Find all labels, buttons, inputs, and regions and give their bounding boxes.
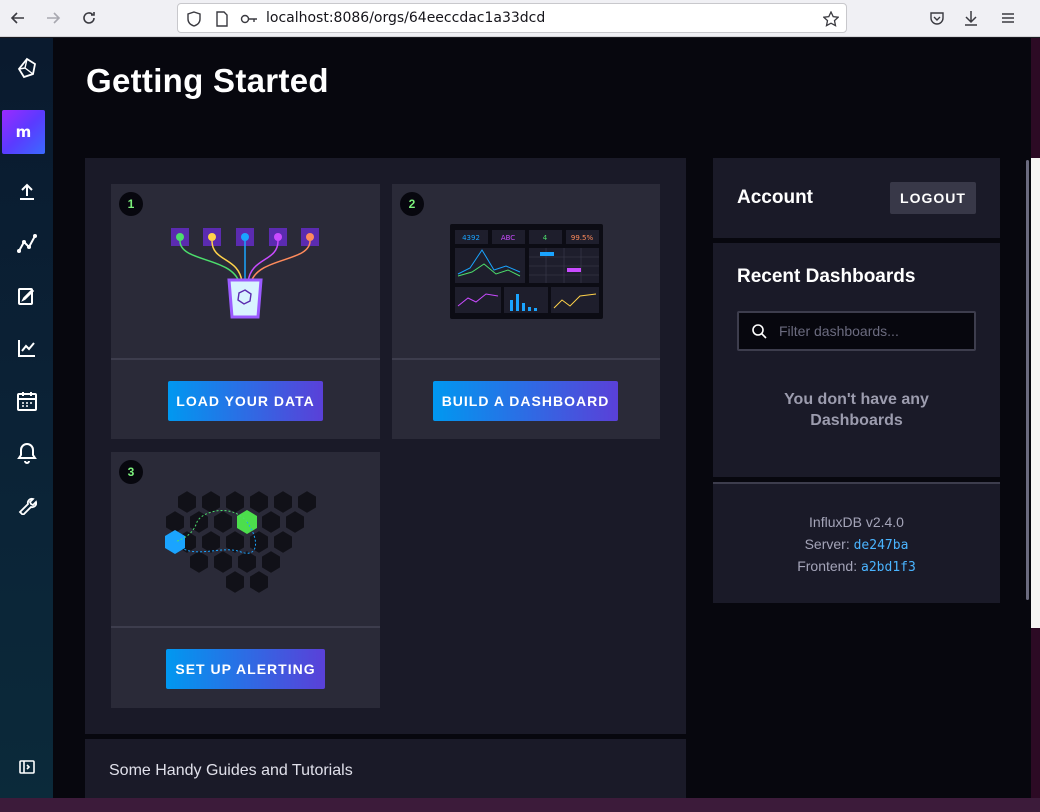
server-version: Server: de247ba [713,536,1000,553]
step-number: 3 [119,460,143,484]
side-navigation: m [0,38,53,812]
pocket-button[interactable] [925,6,949,30]
set-up-alerting-card: 3 SET UP ALERTING [111,452,380,708]
server-commit-link[interactable]: de247ba [854,538,909,553]
empty-dashboards-message: You don't have any Dashboards [713,389,1000,431]
recent-dashboards-panel: Recent Dashboards Filter dashboards... Y… [713,243,1000,477]
back-button[interactable] [6,6,30,30]
build-dashboard-card: 2 4392 ABC 4 99.5% BUILD A DASHBOARD [392,184,660,439]
main-content: Getting Started 1 LOAD YOUR DATA 2 4392 … [53,38,1031,812]
page-title: Getting Started [86,62,329,99]
data-explorer-icon [16,234,37,253]
stat-3: 4 [543,234,548,242]
version-panel: InfluxDB v2.4.0 Server: de247ba Frontend… [713,482,1000,603]
tasks-icon [16,392,37,411]
nav-tasks[interactable] [0,381,53,421]
stat-2: ABC [501,234,515,242]
dashboard-preview-illustration: 4392 ABC 4 99.5% [450,224,603,319]
frontend-commit-link[interactable]: a2bd1f3 [861,560,916,575]
expand-sidebar-icon [18,760,35,774]
alerts-icon [16,442,37,464]
url-text[interactable]: localhost:8086/orgs/64eeccdac1a33dcd [266,10,545,26]
wrench-icon [18,497,37,515]
data-sources-illustration [171,228,319,319]
page-icon[interactable] [214,11,230,27]
card-illustration: 3 [111,452,380,628]
search-icon [752,324,767,339]
alerting-hexagon-illustration [164,488,318,596]
key-icon[interactable] [240,11,258,27]
nav-notebooks[interactable] [0,276,53,316]
account-heading: Account [737,187,813,208]
set-up-alerting-button[interactable]: SET UP ALERTING [166,649,325,689]
background-window-edge [1031,38,1040,812]
empty-line-2: Dashboards [810,412,903,429]
pocket-icon [930,12,944,25]
reload-button[interactable] [77,6,101,30]
step-number: 2 [400,192,424,216]
back-arrow-icon [10,12,24,24]
card-illustration: 2 4392 ABC 4 99.5% [392,184,660,360]
account-panel: Account LOGOUT [713,158,1000,238]
reload-icon [83,12,95,24]
background-window-content [1031,158,1040,628]
filter-dashboards-input[interactable]: Filter dashboards... [737,311,976,351]
hamburger-icon [1002,13,1014,23]
influxdb-version: InfluxDB v2.4.0 [809,514,904,530]
upload-icon [19,183,34,200]
frontend-version: Frontend: a2bd1f3 [713,558,1000,575]
page-scrollbar[interactable] [1026,160,1029,600]
logout-button[interactable]: LOGOUT [890,182,976,214]
filter-placeholder: Filter dashboards... [779,323,899,339]
address-bar[interactable]: localhost:8086/orgs/64eeccdac1a33dcd [177,3,847,33]
card-illustration: 1 [111,184,380,360]
guides-heading: Some Handy Guides and Tutorials [109,762,353,779]
collapse-nav-button[interactable] [0,747,53,787]
frontend-label: Frontend: [797,558,858,574]
bookmark-star-icon[interactable] [823,11,839,27]
recent-dashboards-heading: Recent Dashboards [737,266,916,287]
downloads-button[interactable] [959,6,983,30]
nav-data-explorer[interactable] [0,224,53,264]
server-label: Server: [804,536,850,552]
dashboards-icon [17,340,35,357]
forward-button[interactable] [41,6,65,30]
getting-started-panel: 1 LOAD YOUR DATA 2 4392 ABC 4 99.5% BUIL… [85,158,686,734]
stat-4: 99.5% [571,234,594,242]
browser-toolbar: localhost:8086/orgs/64eeccdac1a33dcd [0,0,1040,37]
desktop-bottom-edge [0,798,1040,812]
step-number: 1 [119,192,143,216]
load-your-data-button[interactable]: LOAD YOUR DATA [168,381,323,421]
org-avatar[interactable]: m [2,110,45,154]
nav-load-data[interactable] [0,172,53,212]
nav-settings[interactable] [0,485,53,525]
stat-1: 4392 [462,234,480,242]
notebooks-icon [17,288,34,305]
influx-logo[interactable] [0,48,53,88]
download-icon [965,11,977,26]
forward-arrow-icon [47,12,61,24]
shield-icon[interactable] [186,11,202,27]
nav-dashboards[interactable] [0,328,53,368]
empty-line-1: You don't have any [784,391,929,408]
nav-alerts[interactable] [0,433,53,473]
load-data-card: 1 LOAD YOUR DATA [111,184,380,439]
build-a-dashboard-button[interactable]: BUILD A DASHBOARD [433,381,618,421]
menu-button[interactable] [996,6,1020,30]
influx-logo-icon [17,57,36,79]
